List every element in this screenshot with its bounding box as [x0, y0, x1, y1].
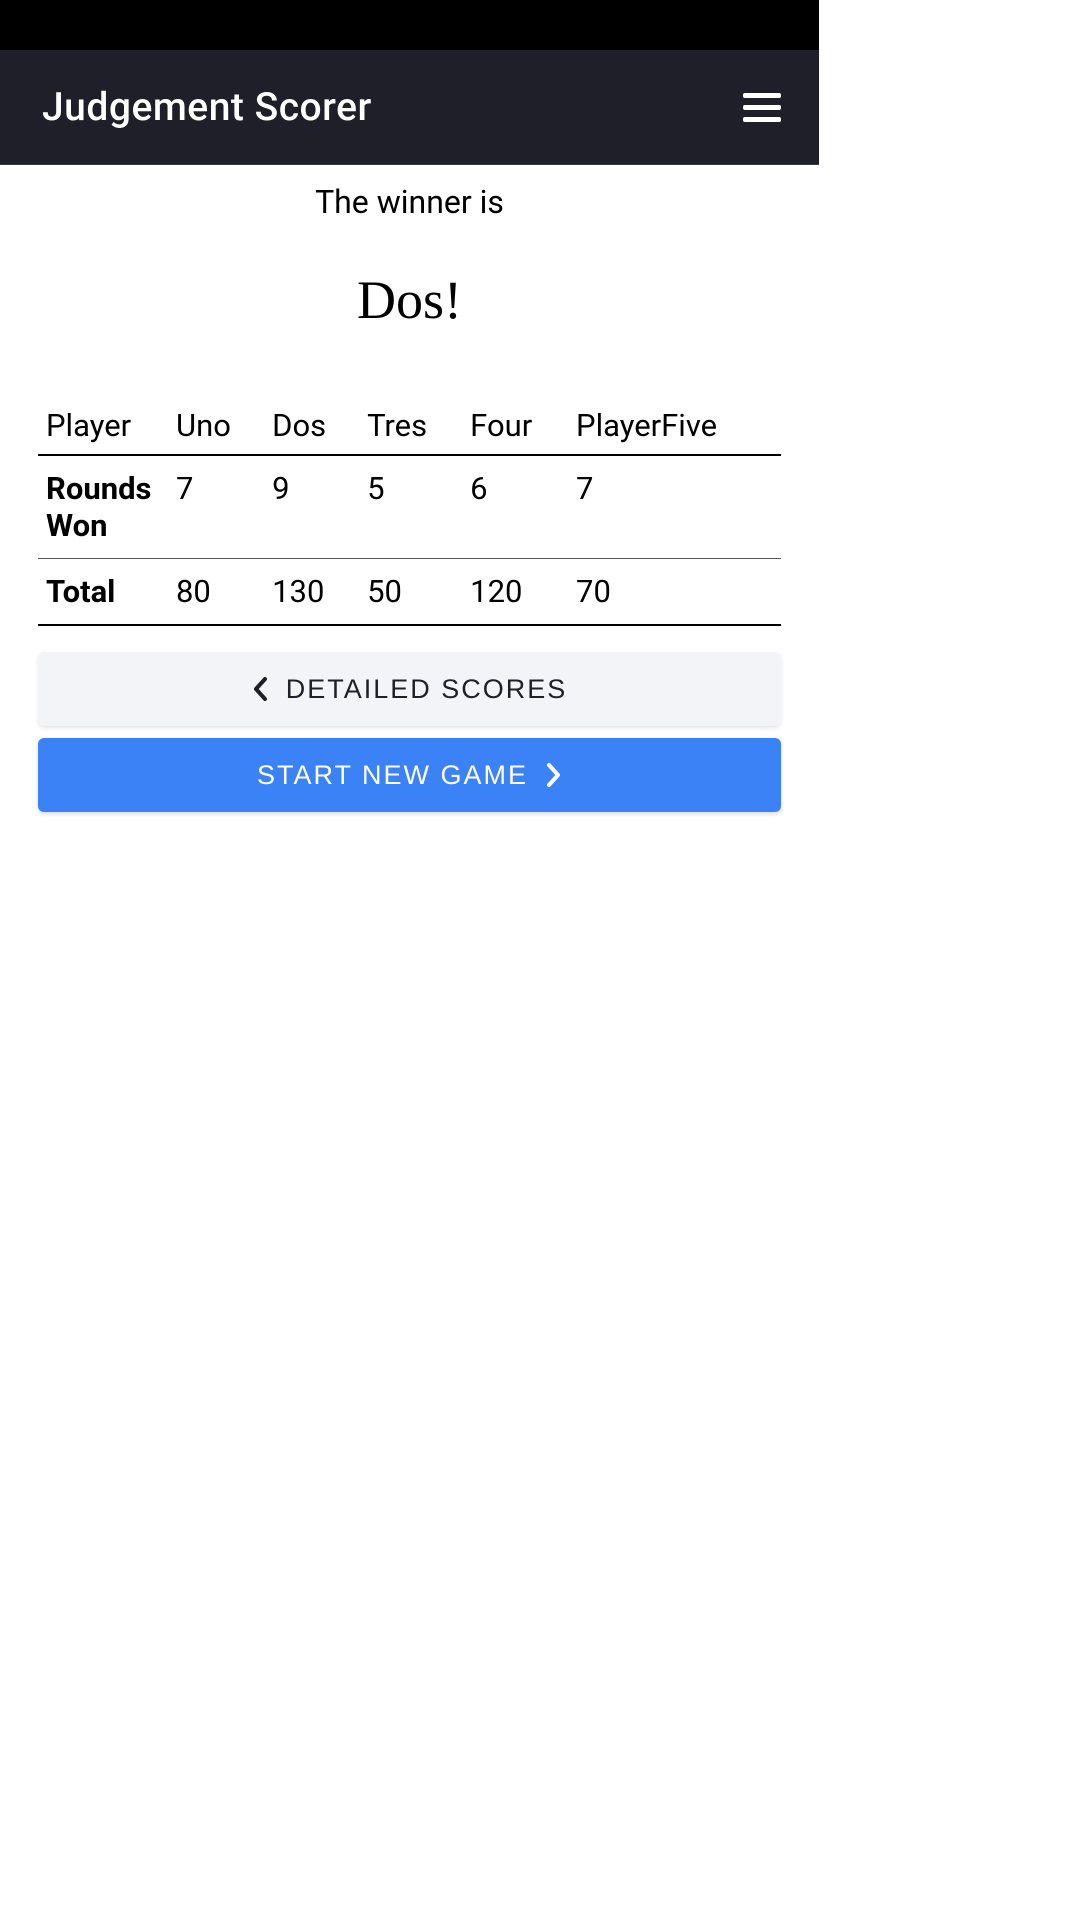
table-header-cell: PlayerFive	[568, 393, 781, 455]
score-cell: 7	[168, 455, 264, 559]
score-cell: 6	[462, 455, 568, 559]
score-cell: 5	[359, 455, 462, 559]
score-cell: 50	[359, 559, 462, 626]
status-bar	[0, 0, 819, 50]
table-header-cell: Tres	[359, 393, 462, 455]
detailed-scores-button[interactable]: DETAILED SCORES	[38, 652, 781, 726]
table-header-row: Player Uno Dos Tres Four PlayerFive	[38, 393, 781, 455]
score-cell: 70	[568, 559, 781, 626]
table-header-cell: Uno	[168, 393, 264, 455]
score-cell: 80	[168, 559, 264, 626]
table-header-player: Player	[38, 393, 168, 455]
score-cell: 120	[462, 559, 568, 626]
winner-label: The winner is	[38, 183, 781, 221]
hamburger-menu-icon[interactable]	[743, 93, 781, 122]
button-label: START NEW GAME	[257, 760, 528, 791]
table-header-cell: Four	[462, 393, 568, 455]
app-header: Judgement Scorer	[0, 50, 819, 165]
score-cell: 9	[264, 455, 359, 559]
score-cell: 7	[568, 455, 781, 559]
button-label: DETAILED SCORES	[286, 674, 568, 705]
row-label: Rounds Won	[38, 455, 168, 559]
table-row: Total 80 130 50 120 70	[38, 559, 781, 626]
score-cell: 130	[264, 559, 359, 626]
score-table: Player Uno Dos Tres Four PlayerFive Roun…	[38, 393, 781, 626]
start-new-game-button[interactable]: START NEW GAME	[38, 738, 781, 812]
main-content: The winner is Dos! Player Uno Dos Tres F…	[0, 183, 819, 812]
table-header-cell: Dos	[264, 393, 359, 455]
table-row: Rounds Won 7 9 5 6 7	[38, 455, 781, 559]
app-title: Judgement Scorer	[42, 84, 372, 130]
winner-name: Dos!	[38, 269, 781, 331]
button-group: DETAILED SCORES START NEW GAME	[38, 652, 781, 812]
chevron-right-icon	[546, 762, 562, 788]
row-label: Total	[38, 559, 168, 626]
chevron-left-icon	[252, 676, 268, 702]
